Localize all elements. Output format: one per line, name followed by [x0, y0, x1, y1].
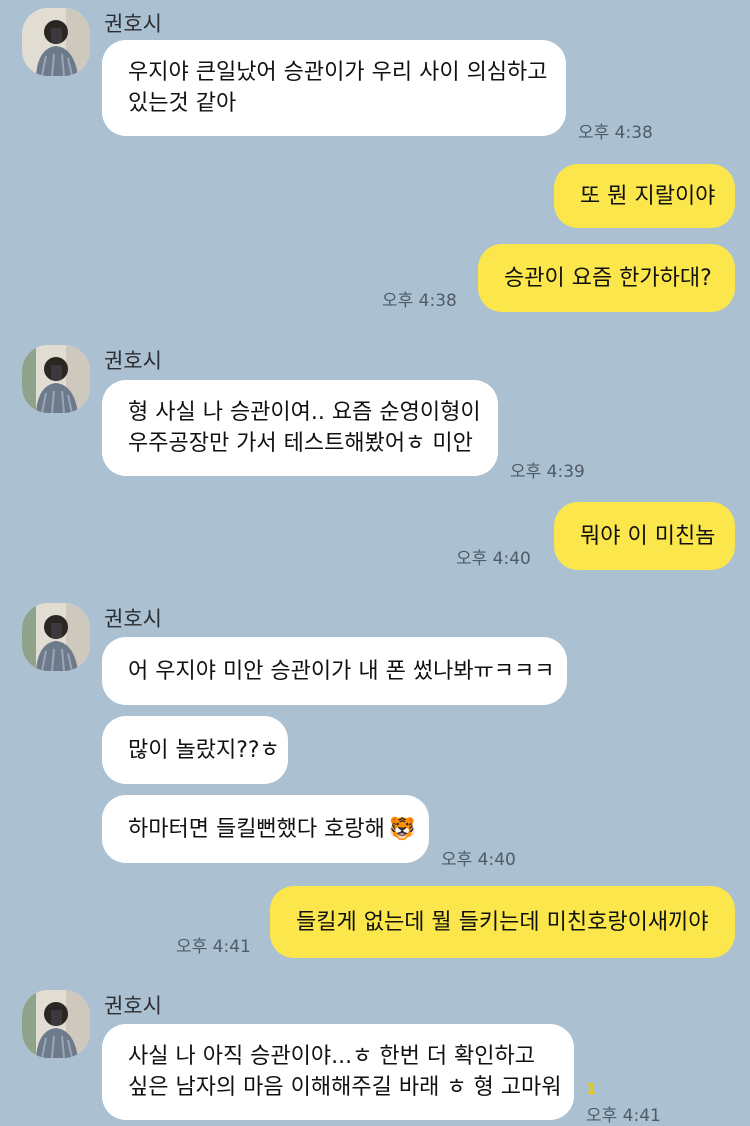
message-time: 오후 4:40	[441, 850, 516, 870]
avatar[interactable]	[22, 603, 90, 671]
message-bubble[interactable]: 승관이 요즘 한가하대?	[478, 244, 735, 312]
message-text: 또 뭔 지랄이야	[580, 183, 716, 209]
message-bubble[interactable]: 어 우지야 미안 승관이가 내 폰 썼나봐ㅠㅋㅋㅋ	[102, 637, 567, 705]
tiger-emoji-icon: 🐯	[388, 816, 417, 842]
message-text: 뭐야 이 미친놈	[580, 523, 716, 549]
message-text: 많이 놀랐지??ㅎ	[128, 737, 280, 763]
message-bubble[interactable]: 또 뭔 지랄이야	[554, 164, 735, 228]
message-line: 사실 나 아직 승관이야...ㅎ 한번 더 확인하고	[128, 1044, 536, 1069]
unread-count: 1	[586, 1080, 597, 1098]
message-line: 우지야 큰일났어 승관이가 우리 사이 의심하고	[128, 60, 548, 85]
message-line: 형 사실 나 승관이여.. 요즘 순영이형이	[128, 400, 481, 425]
sender-name: 권호시	[104, 607, 162, 631]
message-bubble[interactable]: 뭐야 이 미친놈	[554, 502, 735, 570]
message-text: 어 우지야 미안 승관이가 내 폰 썼나봐ㅠㅋㅋㅋ	[128, 658, 555, 684]
message-bubble[interactable]: 사실 나 아직 승관이야...ㅎ 한번 더 확인하고 싶은 남자의 마음 이해해…	[102, 1024, 574, 1120]
message-line: 싶은 남자의 마음 이해해주길 바래 ㅎ 형 고마워	[128, 1075, 562, 1100]
message-line: 우주공장만 가서 테스트해봤어ㅎ 미안	[128, 431, 473, 456]
message-bubble[interactable]: 많이 놀랐지??ㅎ	[102, 716, 288, 784]
message-time: 오후 4:38	[578, 123, 653, 143]
sender-name: 권호시	[104, 994, 162, 1018]
message-text: 들킬게 없는데 뭘 들키는데 미친호랑이새끼야	[296, 909, 709, 935]
message-line: 있는것 같아	[128, 91, 237, 116]
message-bubble[interactable]: 우지야 큰일났어 승관이가 우리 사이 의심하고 있는것 같아	[102, 40, 566, 136]
message-bubble[interactable]: 형 사실 나 승관이여.. 요즘 순영이형이 우주공장만 가서 테스트해봤어ㅎ …	[102, 380, 498, 476]
message-text: 하마터면 들킬뻔했다 호랑해	[128, 816, 385, 842]
message-time: 오후 4:41	[586, 1106, 661, 1126]
avatar[interactable]	[22, 345, 90, 413]
message-time: 오후 4:40	[456, 549, 531, 569]
avatar[interactable]	[22, 8, 90, 76]
avatar[interactable]	[22, 990, 90, 1058]
message-text: 승관이 요즘 한가하대?	[504, 265, 712, 291]
message-time: 오후 4:39	[510, 462, 585, 482]
sender-name: 권호시	[104, 12, 162, 36]
message-bubble[interactable]: 들킬게 없는데 뭘 들키는데 미친호랑이새끼야	[270, 886, 735, 958]
message-time: 오후 4:41	[176, 937, 251, 957]
message-bubble[interactable]: 하마터면 들킬뻔했다 호랑해 🐯	[102, 795, 429, 863]
message-time: 오후 4:38	[382, 291, 457, 311]
sender-name: 권호시	[104, 349, 162, 373]
